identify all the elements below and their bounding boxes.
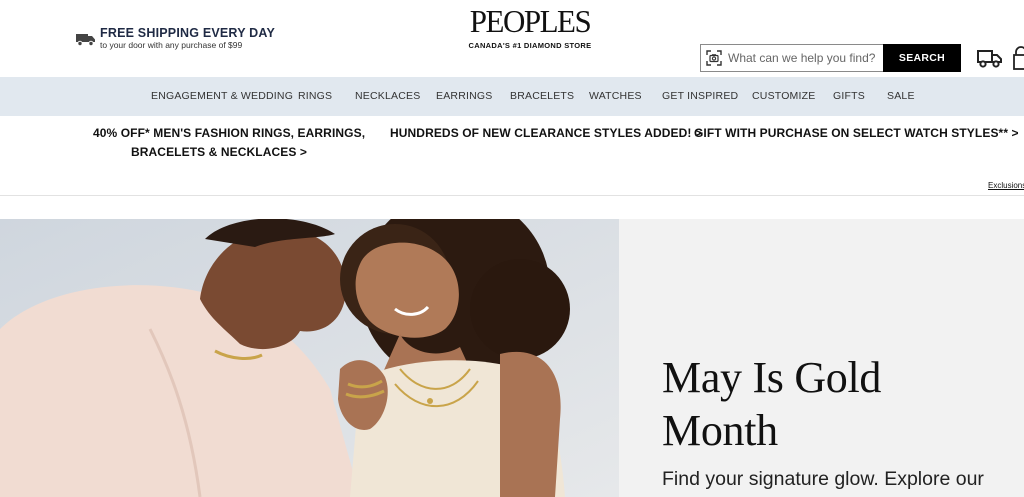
hero-title-line-1: May Is Gold [662,353,882,402]
hero-subtitle: Find your signature glow. Explore our [662,468,984,490]
nav-item-necklaces[interactable]: NECKLACES [355,77,420,116]
hero-title-line-2: Month [662,406,778,455]
nav-item-watches[interactable]: WATCHES [589,77,642,116]
search-button[interactable]: SEARCH [883,44,961,72]
nav-item-rings[interactable]: RINGS [298,77,332,116]
nav-item-sale[interactable]: SALE [887,77,915,116]
shopping-bag-icon[interactable] [1013,46,1024,70]
header-divider [0,195,1024,196]
hero-title: May Is Gold Month [662,351,1002,457]
promo-clearance-link[interactable]: HUNDREDS OF NEW CLEARANCE STYLES ADDED! … [390,124,702,143]
peoples-logo[interactable]: PEOPLES CANADA'S #1 DIAMOND STORE [466,3,594,50]
site-header: FREE SHIPPING EVERY DAY to your door wit… [0,0,1024,77]
truck-icon [76,33,95,46]
promo-1-line-1: 40% OFF* MEN'S FASHION RINGS, EARRINGS, [93,126,366,140]
logo-tagline: CANADA'S #1 DIAMOND STORE [468,41,592,50]
nav-item-bracelets[interactable]: BRACELETS [510,77,574,116]
search-bar: SEARCH [700,44,961,72]
promo-watch-gift-link[interactable]: GIFT WITH PURCHASE ON SELECT WATCH STYLE… [694,124,1019,143]
free-shipping-banner[interactable]: FREE SHIPPING EVERY DAY to your door wit… [76,26,275,51]
promo-1-line-2: BRACELETS & NECKLACES > [131,145,307,159]
camera-scan-icon[interactable] [701,45,727,71]
nav-item-customize[interactable]: CUSTOMIZE [752,77,815,116]
shipping-subtitle: to your door with any purchase of $99 [100,40,243,50]
nav-item-earrings[interactable]: EARRINGS [436,77,492,116]
exclusions-link[interactable]: Exclusions [988,181,1024,190]
nav-item-gifts[interactable]: GIFTS [833,77,865,116]
shipping-title: FREE SHIPPING EVERY DAY [100,26,276,40]
main-nav: ENGAGEMENT & WEDDING RINGS NECKLACES EAR… [0,77,1024,116]
hero-image-couple[interactable] [0,219,619,497]
nav-item-engagement-wedding[interactable]: ENGAGEMENT & WEDDING [151,77,293,116]
truck-icon[interactable] [977,48,1003,68]
search-input[interactable] [727,46,883,70]
promo-mens-fashion-link[interactable]: 40% OFF* MEN'S FASHION RINGS, EARRINGS, … [93,124,366,162]
logo-wordmark: PEOPLES [469,3,592,40]
nav-item-get-inspired[interactable]: GET INSPIRED [662,77,738,116]
